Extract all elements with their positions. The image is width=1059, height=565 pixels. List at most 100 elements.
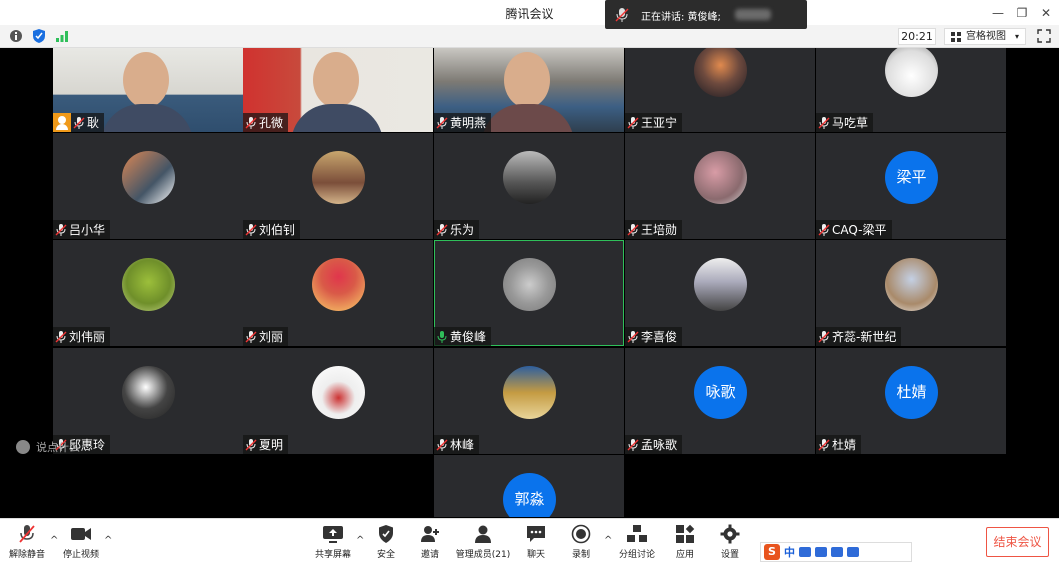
- skin-icon[interactable]: [831, 547, 843, 557]
- invite-user-icon: [421, 526, 439, 542]
- participant-body: [101, 104, 193, 132]
- ime-tool-icon[interactable]: [799, 547, 811, 557]
- chat-label: 聊天: [526, 550, 545, 560]
- end-meeting-button[interactable]: 结束会议: [986, 527, 1049, 557]
- active-speaker-toast: 正在讲话: 黄俊峰;: [605, 0, 807, 29]
- window-title: 腾讯会议: [505, 7, 554, 21]
- avatar: [312, 366, 365, 419]
- breakout-rooms-button[interactable]: 分组讨论: [618, 524, 656, 564]
- signal-icon[interactable]: [54, 28, 70, 44]
- participant-name: 夏明: [259, 438, 284, 452]
- participant-tile[interactable]: 刘伯钊: [243, 133, 433, 239]
- restore-button[interactable]: ❐: [1013, 4, 1031, 22]
- avatar: [122, 258, 175, 311]
- manage-members-button[interactable]: 管理成员(21): [452, 524, 514, 564]
- participant-tile[interactable]: 齐蕊-新世纪: [816, 240, 1006, 346]
- ime-lang-toggle[interactable]: 中: [784, 544, 795, 560]
- fullscreen-icon[interactable]: [1037, 29, 1051, 43]
- participant-nametag: CAQ-梁平: [816, 220, 892, 239]
- mic-muted-icon: [55, 223, 67, 236]
- participant-tile[interactable]: 马吃草: [816, 48, 1006, 132]
- video-options-caret[interactable]: ^: [104, 535, 112, 546]
- participant-tile[interactable]: 刘丽: [243, 240, 433, 346]
- participant-tile[interactable]: 王培勋: [625, 133, 815, 239]
- unmute-button[interactable]: 解除静音: [8, 524, 46, 564]
- mic-muted-icon: [245, 330, 257, 343]
- apps-icon: [676, 524, 695, 543]
- participant-name: 齐蕊-新世纪: [832, 330, 897, 344]
- avatar: [885, 258, 938, 311]
- collapse-chevron-icon[interactable]: ‹: [97, 440, 101, 453]
- audio-options-caret[interactable]: ^: [50, 535, 58, 546]
- members-icon: [475, 525, 491, 543]
- close-button[interactable]: ✕: [1037, 4, 1055, 22]
- avatar: [694, 258, 747, 311]
- mic-muted-icon: [245, 116, 257, 129]
- participant-nametag: 马吃草: [816, 113, 874, 132]
- participant-tile[interactable]: 刘伟丽: [53, 240, 243, 346]
- participant-name: 王培勋: [641, 223, 678, 237]
- control-bar: 解除静音 ^ 停止视频 ^ 共享屏幕 ^ 安全 邀请 管理成员(21) 聊天 录…: [0, 518, 1059, 565]
- shield-icon[interactable]: [31, 28, 47, 44]
- mic-muted-icon: [436, 438, 448, 451]
- participant-nametag: 黄明燕: [434, 113, 492, 132]
- apps-button[interactable]: 应用: [669, 524, 701, 564]
- chat-button[interactable]: 聊天: [520, 524, 552, 564]
- participant-tile[interactable]: 梁平 CAQ-梁平: [816, 133, 1006, 239]
- participant-tile[interactable]: 耿: [53, 48, 243, 132]
- participant-name: 黄明燕: [450, 116, 487, 130]
- grid-icon: [951, 32, 961, 42]
- avatar: 郭淼: [503, 473, 556, 517]
- participant-tile[interactable]: 杜婧 杜婧: [816, 348, 1006, 454]
- minimize-button[interactable]: —: [989, 4, 1007, 22]
- record-icon: [571, 524, 591, 544]
- participant-tile[interactable]: 乐为: [434, 133, 624, 239]
- record-button[interactable]: 录制: [565, 524, 597, 564]
- participant-nametag: 刘伟丽: [53, 327, 111, 346]
- participant-tile[interactable]: 李喜俊: [625, 240, 815, 346]
- settings-button[interactable]: 设置: [714, 524, 746, 564]
- participant-name: 刘伯钊: [259, 223, 296, 237]
- participant-tile[interactable]: 黄明燕: [434, 48, 624, 132]
- mic-muted-icon: [818, 438, 830, 451]
- gallery-view-button[interactable]: 宫格视图 ▾: [944, 28, 1026, 45]
- participant-nametag: 刘伯钊: [243, 220, 301, 239]
- mic-muted-icon: [19, 525, 35, 543]
- mic-muted-icon: [245, 438, 257, 451]
- settings-label: 设置: [720, 550, 739, 560]
- participant-tile[interactable]: 王亚宁: [625, 48, 815, 132]
- participant-nametag: 王亚宁: [625, 113, 683, 132]
- stop-video-button[interactable]: 停止视频: [62, 524, 100, 564]
- avatar: 梁平: [885, 151, 938, 204]
- mic-muted-icon: [55, 330, 67, 343]
- participant-tile[interactable]: 林峰: [434, 348, 624, 454]
- participant-tile[interactable]: 夏明: [243, 348, 433, 454]
- toolbox-icon[interactable]: [847, 547, 859, 557]
- participant-tile[interactable]: 咏歌 孟咏歌: [625, 348, 815, 454]
- participant-tile[interactable]: 黄俊峰: [434, 240, 624, 346]
- input-method-toolbar[interactable]: S 中: [760, 542, 912, 562]
- participant-body: [482, 104, 574, 132]
- participant-name: 孔微: [259, 116, 284, 130]
- invite-button[interactable]: 邀请: [414, 524, 446, 564]
- participant-tile[interactable]: 吕小华: [53, 133, 243, 239]
- participant-tile[interactable]: 孔微: [243, 48, 433, 132]
- info-icon[interactable]: [8, 28, 24, 44]
- participant-name: 李喜俊: [641, 330, 678, 344]
- host-icon: [53, 113, 71, 132]
- security-label: 安全: [376, 550, 395, 560]
- mic-muted-icon: [245, 223, 257, 236]
- avatar: [122, 151, 175, 204]
- security-button[interactable]: 安全: [370, 524, 402, 564]
- record-options-caret[interactable]: ^: [604, 535, 612, 546]
- keyboard-icon[interactable]: [815, 547, 827, 557]
- participant-nametag: 吕小华: [53, 220, 111, 239]
- emoji-icon[interactable]: [16, 439, 30, 454]
- avatar: 咏歌: [694, 366, 747, 419]
- participant-tile[interactable]: 郭淼: [434, 455, 624, 517]
- avatar: [503, 151, 556, 204]
- share-options-caret[interactable]: ^: [356, 535, 364, 546]
- share-screen-button[interactable]: 共享屏幕: [314, 524, 352, 564]
- quick-chat-input[interactable]: 说点什么… ‹: [16, 437, 101, 456]
- participant-nametag: 夏明: [243, 435, 289, 454]
